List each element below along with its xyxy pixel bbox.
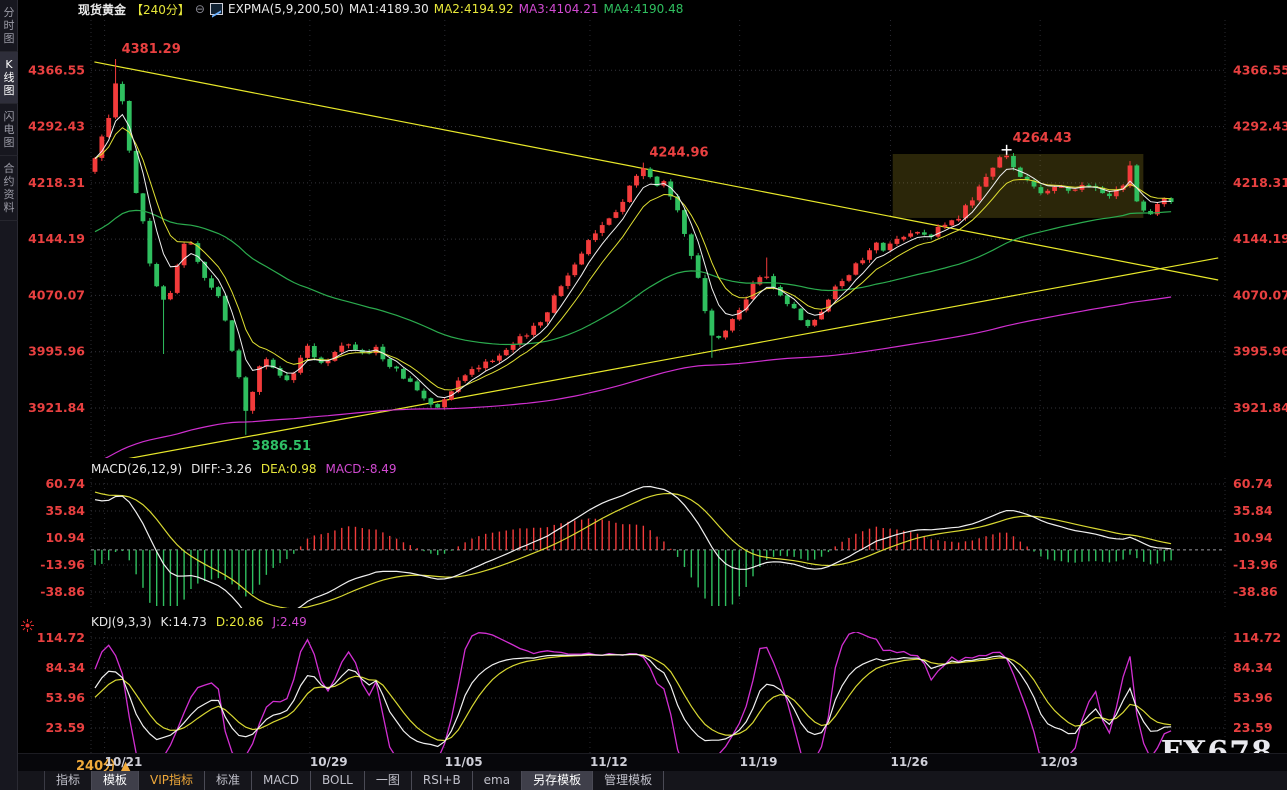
main-candlestick-chart[interactable]: 4440.664440.664366.554366.554292.434292.… (18, 0, 1287, 460)
svg-text:35.84: 35.84 (1233, 503, 1273, 518)
svg-text:35.84: 35.84 (45, 503, 85, 518)
svg-text:114.72: 114.72 (37, 632, 85, 645)
price-annotation: 4381.29 (122, 42, 181, 57)
period-badge: 【240分】 (131, 2, 190, 17)
indicator-icon (209, 3, 223, 15)
svg-text:3995.96: 3995.96 (1233, 344, 1287, 359)
svg-text:4292.43: 4292.43 (28, 119, 85, 134)
macd-header: MACD(26,12,9) DIFF:-3.26 DEA:0.98 MACD:-… (91, 461, 406, 477)
svg-text:4218.31: 4218.31 (1233, 175, 1287, 190)
trading-app-window: 分时图 K线图 闪电图 合约资料 现货黄金 【240分】 ⊖ EXPMA(5,9,20… (0, 0, 1287, 790)
toolbar-item-1[interactable]: 模板 (92, 771, 140, 790)
kdj-k-value: K:14.73 (160, 615, 207, 629)
macd-dea-value: DEA:0.98 (260, 462, 317, 476)
price-annotation: 4264.43 (1013, 131, 1072, 146)
toolbar-item-4[interactable]: MACD (252, 771, 312, 790)
svg-text:3921.84: 3921.84 (1233, 400, 1287, 415)
toolbar-item-2[interactable]: VIP指标 (139, 771, 206, 790)
date-tick-5: 11/26 (890, 755, 929, 769)
ma2-value: MA2:4194.92 (433, 2, 514, 16)
svg-text:60.74: 60.74 (1233, 478, 1273, 491)
sidebar-tab-3[interactable]: 合约资料 (0, 156, 18, 221)
toolbar-item-8[interactable]: ema (473, 771, 523, 790)
indicator-toolbar: 指标 模板 VIP指标 标准 MACD BOLL 一图 RSI+B ema 另存模板 管理模板 (18, 771, 1287, 790)
date-tick-3: 11/12 (589, 755, 628, 769)
macd-title: MACD(26,12,9) (91, 462, 183, 476)
svg-text:10.94: 10.94 (45, 530, 85, 545)
svg-text:4144.19: 4144.19 (28, 231, 85, 246)
toolbar-item-3[interactable]: 标准 (205, 771, 253, 790)
svg-text:4070.07: 4070.07 (1233, 287, 1287, 302)
svg-text:114.72: 114.72 (1233, 632, 1281, 645)
sidebar-tab-2[interactable]: 闪电图 (0, 104, 18, 156)
svg-text:53.96: 53.96 (1233, 690, 1273, 705)
toolbar-item-7[interactable]: RSI+B (412, 771, 473, 790)
svg-text:4366.55: 4366.55 (1233, 62, 1287, 77)
kdj-indicator-chart[interactable]: 114.72 114.72 84.34 84.34 53.96 53.96 23.59 23.… (18, 632, 1287, 753)
svg-text:-13.96: -13.96 (40, 557, 85, 572)
ma3-value: MA3:4104.21 (518, 2, 599, 16)
svg-text:-38.86: -38.86 (40, 584, 85, 599)
x-axis-date-row: 240分 ▲ 10/21 10/29 11/05 11/12 11/19 11/26 12/… (18, 753, 1287, 774)
svg-text:4218.31: 4218.31 (28, 175, 85, 190)
toolbar-item-10[interactable]: 管理模板 (593, 771, 665, 790)
svg-text:3995.96: 3995.96 (28, 344, 85, 359)
macd-diff-value: DIFF:-3.26 (191, 462, 252, 476)
sidebar-tab-1[interactable]: K线图 (0, 52, 18, 104)
svg-text:4070.07: 4070.07 (28, 287, 85, 302)
date-tick-0: 10/21 (104, 755, 143, 769)
price-annotation: 3886.51 (252, 439, 311, 454)
svg-text:-13.96: -13.96 (1233, 557, 1278, 572)
svg-text:4292.43: 4292.43 (1233, 119, 1287, 134)
macd-macd-value: MACD:-8.49 (325, 462, 397, 476)
svg-text:4144.19: 4144.19 (1233, 231, 1287, 246)
toolbar-item-5[interactable]: BOLL (311, 771, 365, 790)
indicator-label: EXPMA(5,9,200,50) (227, 2, 344, 16)
price-annotation: 4244.96 (649, 146, 708, 161)
date-tick-2: 11/05 (444, 755, 483, 769)
date-tick-6: 12/03 (1040, 755, 1078, 769)
chart-type-sidebar: 分时图 K线图 闪电图 合约资料 (0, 0, 18, 790)
svg-text:-38.86: -38.86 (1233, 584, 1278, 599)
kdj-header: KDJ(9,3,3) K:14.73 D:20.86 J:2.49 (91, 614, 316, 630)
macd-indicator-chart[interactable]: 60.74 60.74 35.84 35.84 10.94 10.94 -13.96 -13.… (18, 478, 1287, 608)
svg-text:23.59: 23.59 (45, 720, 85, 735)
chart-header: 现货黄金 【240分】 ⊖ EXPMA(5,9,200,50) MA1:4189… (19, 0, 1287, 18)
svg-text:53.96: 53.96 (45, 690, 85, 705)
date-tick-1: 10/29 (309, 755, 348, 769)
kdj-d-value: D:20.86 (215, 615, 264, 629)
toolbar-item-9[interactable]: 另存模板 (522, 771, 594, 790)
kdj-j-value: J:2.49 (272, 615, 307, 629)
svg-text:10.94: 10.94 (1233, 530, 1273, 545)
collapse-icon[interactable]: ⊖ (195, 2, 205, 16)
indicator-settings-icon[interactable] (21, 619, 34, 632)
date-tick-4: 11/19 (739, 755, 778, 769)
svg-text:84.34: 84.34 (45, 660, 85, 675)
ma4-value: MA4:4190.48 (603, 2, 684, 16)
symbol-name: 现货黄金 (78, 2, 127, 17)
toolbar-item-6[interactable]: 一图 (365, 771, 412, 790)
sidebar-tab-0[interactable]: 分时图 (0, 0, 18, 52)
svg-text:3921.84: 3921.84 (28, 400, 85, 415)
svg-text:60.74: 60.74 (45, 478, 85, 491)
svg-text:4366.55: 4366.55 (28, 62, 85, 77)
svg-text:84.34: 84.34 (1233, 660, 1273, 675)
kdj-title: KDJ(9,3,3) (91, 615, 152, 629)
svg-text:23.59: 23.59 (1233, 720, 1273, 735)
ma1-value: MA1:4189.30 (348, 2, 429, 16)
toolbar-item-0[interactable]: 指标 (45, 771, 93, 790)
toolbar-spacer (18, 771, 45, 790)
